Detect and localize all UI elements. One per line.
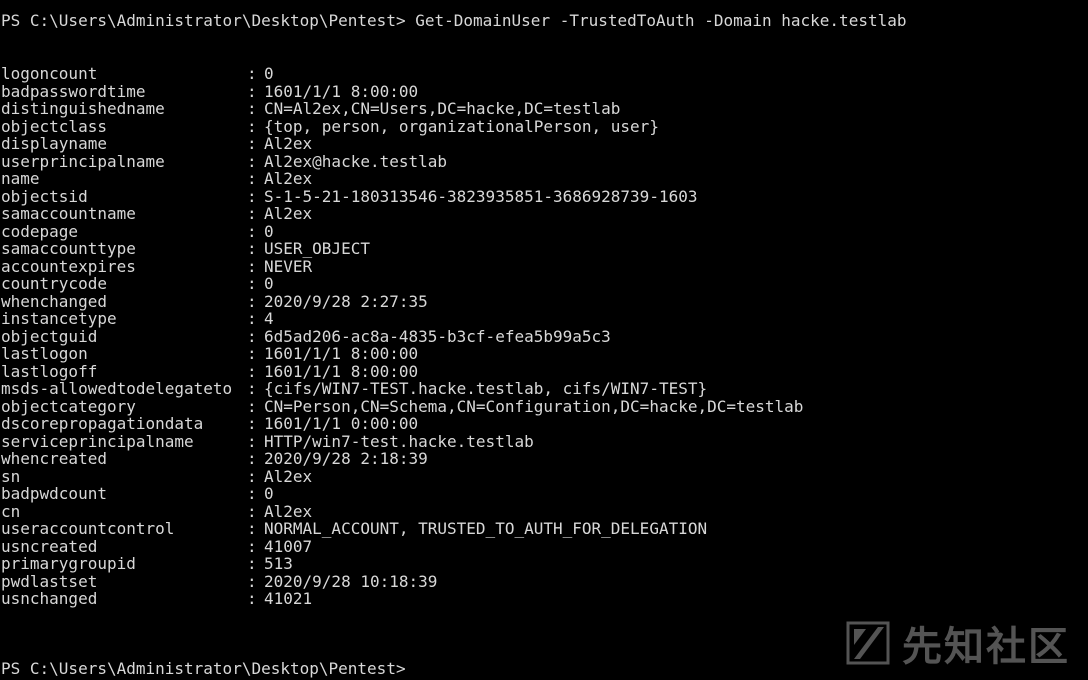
property-key: useraccountcontrol xyxy=(1,519,175,538)
property-separator: : xyxy=(247,519,257,538)
property-value: Al2ex@hacke.testlab xyxy=(264,151,448,171)
property-separator: : xyxy=(247,326,257,346)
property-value: S-1-5-21-180313546-3823935851-3686928739… xyxy=(264,186,698,206)
property-value: 0 xyxy=(264,484,274,503)
property-key: codepage xyxy=(1,221,79,241)
property-key: msds-allowedtodelegateto xyxy=(1,379,233,398)
watermark-text: 先知社区 xyxy=(902,624,1070,670)
property-value: 0 xyxy=(264,64,274,83)
property-key: objectcategory xyxy=(1,396,136,416)
property-value: CN=Person,CN=Schema,CN=Configuration,DC=… xyxy=(264,396,804,416)
property-key: primarygroupid xyxy=(1,554,136,573)
property-separator: : xyxy=(247,151,257,171)
property-separator: : xyxy=(247,536,257,556)
property-value: NEVER xyxy=(264,256,313,276)
property-key: badpasswordtime xyxy=(1,81,146,101)
property-value: 4 xyxy=(264,309,274,328)
property-separator: : xyxy=(247,291,257,311)
watermark: 先知社区 xyxy=(844,614,1070,672)
property-value: 0 xyxy=(264,274,274,293)
property-separator: : xyxy=(247,274,257,293)
property-key: accountexpires xyxy=(1,256,136,276)
property-key: logoncount xyxy=(1,64,98,83)
property-key: whencreated xyxy=(1,449,107,468)
property-value: NORMAL_ACCOUNT, TRUSTED_TO_AUTH_FOR_DELE… xyxy=(264,519,708,538)
property-value: Al2ex xyxy=(264,134,313,153)
property-separator: : xyxy=(247,571,257,591)
property-key: usncreated xyxy=(1,536,98,556)
empty-prompt-line[interactable]: PS C:\Users\Administrator\Desktop\Pentes… xyxy=(1,660,406,678)
property-value: {top, person, organizationalPerson, user… xyxy=(264,116,659,136)
property-separator: : xyxy=(247,379,257,398)
property-value: 2020/9/28 2:18:39 xyxy=(264,449,428,468)
property-separator: : xyxy=(247,414,257,433)
property-key: samaccountname xyxy=(1,204,136,223)
property-separator: : xyxy=(247,396,257,416)
property-separator: : xyxy=(247,239,257,258)
property-separator: : xyxy=(247,466,257,486)
property-value: Al2ex xyxy=(264,501,313,521)
property-separator: : xyxy=(247,449,257,468)
property-separator: : xyxy=(247,99,257,118)
powershell-console[interactable]: PS C:\Users\Administrator\Desktop\Pentes… xyxy=(0,0,1088,680)
property-value: 513 xyxy=(264,554,293,573)
property-key: samaccounttype xyxy=(1,239,136,258)
property-separator: : xyxy=(247,501,257,521)
property-value: HTTP/win7-test.hacke.testlab xyxy=(264,431,534,451)
property-separator: : xyxy=(247,221,257,241)
property-value: 1601/1/1 8:00:00 xyxy=(264,344,419,363)
property-key: serviceprincipalname xyxy=(1,431,194,451)
property-separator: : xyxy=(247,116,257,136)
property-key: displayname xyxy=(1,134,107,153)
property-value: 1601/1/1 8:00:00 xyxy=(264,361,419,381)
property-key: badpwdcount xyxy=(1,484,107,503)
property-separator: : xyxy=(247,589,257,608)
property-key: whenchanged xyxy=(1,291,107,311)
property-key: lastlogon xyxy=(1,344,88,363)
property-value: Al2ex xyxy=(264,169,313,188)
property-value: 41007 xyxy=(264,536,313,556)
property-separator: : xyxy=(247,431,257,451)
property-separator: : xyxy=(247,361,257,381)
property-value: USER_OBJECT xyxy=(264,239,370,258)
command-prompt-line: PS C:\Users\Administrator\Desktop\Pentes… xyxy=(1,11,907,30)
property-value: 0 xyxy=(264,221,274,241)
property-key: userprincipalname xyxy=(1,151,165,171)
property-separator: : xyxy=(247,309,257,328)
property-key: objectclass xyxy=(1,116,107,136)
property-value: 2020/9/28 2:27:35 xyxy=(264,291,428,311)
property-key: dscorepropagationdata xyxy=(1,414,204,433)
property-separator: : xyxy=(247,344,257,363)
property-separator: : xyxy=(247,256,257,276)
property-value: CN=Al2ex,CN=Users,DC=hacke,DC=testlab xyxy=(264,99,621,118)
property-value: 1601/1/1 8:00:00 xyxy=(264,81,419,101)
property-separator: : xyxy=(247,484,257,503)
property-key: instancetype xyxy=(1,309,117,328)
property-separator: : xyxy=(247,134,257,153)
property-key: cn xyxy=(1,501,21,521)
property-value: {cifs/WIN7-TEST.hacke.testlab, cifs/WIN7… xyxy=(264,379,708,398)
property-separator: : xyxy=(247,81,257,101)
property-value: 6d5ad206-ac8a-4835-b3cf-efea5b99a5c3 xyxy=(264,326,611,346)
property-key: name xyxy=(1,169,40,188)
property-value: 1601/1/1 0:00:00 xyxy=(264,414,419,433)
property-value: 41021 xyxy=(264,589,313,608)
property-key: sn xyxy=(1,466,21,486)
property-key: distinguishedname xyxy=(1,99,165,118)
property-key: objectguid xyxy=(1,326,98,346)
property-separator: : xyxy=(247,169,257,188)
property-key: objectsid xyxy=(1,186,88,206)
property-value: Al2ex xyxy=(264,204,313,223)
property-separator: : xyxy=(247,64,257,83)
property-value: Al2ex xyxy=(264,466,313,486)
property-key: pwdlastset xyxy=(1,571,98,591)
property-key: usnchanged xyxy=(1,589,98,608)
property-separator: : xyxy=(247,204,257,223)
xianzhi-logo-icon xyxy=(844,619,892,667)
property-separator: : xyxy=(247,554,257,573)
property-value: 2020/9/28 10:18:39 xyxy=(264,571,438,591)
property-key: lastlogoff xyxy=(1,361,98,381)
property-separator: : xyxy=(247,186,257,206)
property-key: countrycode xyxy=(1,274,107,293)
